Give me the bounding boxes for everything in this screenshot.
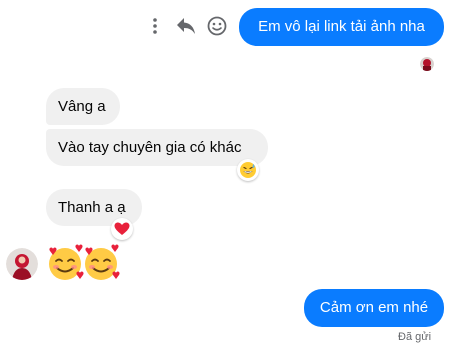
message-text: Vào tay chuyên gia có khác xyxy=(58,138,242,156)
smiling-face-with-hearts-emoji xyxy=(49,244,84,280)
message-text: Em vô lại link tải ảnh nha xyxy=(258,18,425,35)
sent-status: Đã gửi xyxy=(398,331,432,343)
more-options-icon[interactable] xyxy=(146,16,164,36)
contact-avatar[interactable] xyxy=(6,248,38,280)
reaction-grinning-sweat-icon[interactable] xyxy=(237,159,259,181)
smiling-face-with-hearts-emoji xyxy=(85,244,120,280)
incoming-message-bubble[interactable]: Vâng a xyxy=(46,88,120,125)
incoming-message-bubble[interactable]: Vào tay chuyên gia có khác xyxy=(46,129,268,166)
emoji-message[interactable] xyxy=(46,243,120,283)
reaction-heart-icon[interactable] xyxy=(111,218,133,240)
outgoing-message-bubble[interactable]: Cảm ơn em nhé xyxy=(304,289,444,327)
react-smiley-icon[interactable] xyxy=(206,15,228,37)
message-text: Thanh a ạ xyxy=(58,198,126,216)
reply-icon[interactable] xyxy=(175,15,197,37)
outgoing-message-bubble[interactable]: Em vô lại link tải ảnh nha xyxy=(239,8,444,46)
message-text: Cảm ơn em nhé xyxy=(319,299,429,316)
message-text: Vâng a xyxy=(58,97,106,115)
seen-indicator-avatar xyxy=(420,57,434,71)
